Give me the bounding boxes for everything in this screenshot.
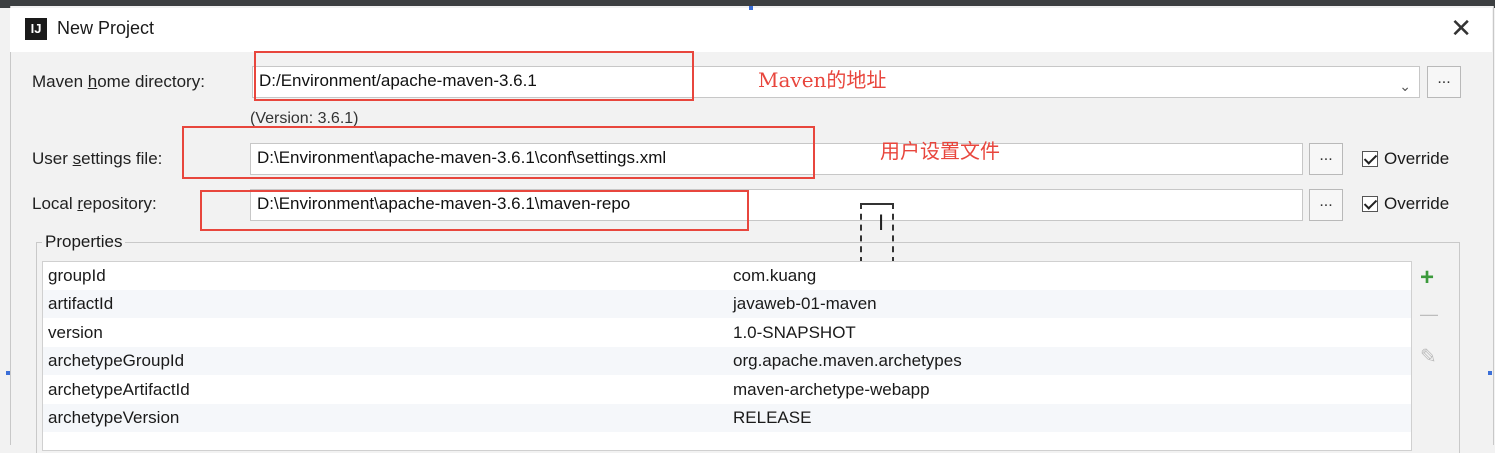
user-settings-label: User settings file: xyxy=(32,149,163,168)
selection-handle xyxy=(1488,371,1492,375)
maven-home-value: D:/Environment/apache-maven-3.6.1 xyxy=(259,71,537,90)
remove-icon[interactable]: — xyxy=(1420,304,1438,325)
maven-home-browse-button[interactable]: ... xyxy=(1427,66,1461,98)
local-repository-override-checkbox[interactable]: Override xyxy=(1362,194,1449,214)
add-icon[interactable]: + xyxy=(1420,264,1434,292)
table-row[interactable]: version 1.0-SNAPSHOT xyxy=(43,319,1411,347)
checkbox-checked-icon[interactable] xyxy=(1362,151,1378,167)
property-key: archetypeVersion xyxy=(48,408,180,427)
properties-title: Properties xyxy=(42,232,126,252)
table-row[interactable]: artifactId javaweb-01-maven xyxy=(43,290,1411,318)
annotation-user-settings-file: 用户设置文件 xyxy=(880,141,1000,163)
table-row[interactable]: archetypeArtifactId maven-archetype-weba… xyxy=(43,376,1411,404)
property-value: 1.0-SNAPSHOT xyxy=(733,323,856,342)
table-row[interactable]: archetypeGroupId org.apache.maven.archet… xyxy=(43,347,1411,375)
text-cursor-icon: I xyxy=(878,210,885,235)
property-value: org.apache.maven.archetypes xyxy=(733,351,962,370)
user-settings-override-label: Override xyxy=(1384,149,1450,168)
property-value: maven-archetype-webapp xyxy=(733,380,930,399)
maven-home-label: Maven home directory: xyxy=(32,72,205,91)
local-repository-input[interactable]: D:\Environment\apache-maven-3.6.1\maven-… xyxy=(250,189,1303,221)
close-icon[interactable]: ✕ xyxy=(1450,14,1472,42)
dialog-title: New Project xyxy=(57,18,155,38)
edit-icon[interactable]: ✎ xyxy=(1420,344,1437,369)
property-key: archetypeArtifactId xyxy=(48,380,190,399)
selection-handle xyxy=(749,6,753,10)
table-row[interactable]: groupId com.kuang xyxy=(43,262,1411,290)
user-settings-browse-button[interactable]: ... xyxy=(1309,143,1343,175)
property-value: RELEASE xyxy=(733,408,812,427)
local-repository-browse-button[interactable]: ... xyxy=(1309,189,1343,221)
local-repository-label: Local repository: xyxy=(32,194,157,213)
maven-version-text: (Version: 3.6.1) xyxy=(250,110,359,127)
local-repository-override-label: Override xyxy=(1384,194,1450,213)
user-settings-input[interactable]: D:\Environment\apache-maven-3.6.1\conf\s… xyxy=(250,143,1303,175)
property-key: artifactId xyxy=(48,294,114,313)
title-bar: IJ New Project ✕ xyxy=(10,8,1492,52)
selection-handle xyxy=(6,371,10,375)
intellij-app-icon: IJ xyxy=(25,18,47,40)
user-settings-override-checkbox[interactable]: Override xyxy=(1362,149,1449,169)
annotation-maven-address: Maven的地址 xyxy=(758,68,887,92)
property-value: javaweb-01-maven xyxy=(733,294,877,313)
property-key: archetypeGroupId xyxy=(48,351,185,370)
table-row[interactable]: archetypeVersion RELEASE xyxy=(43,404,1411,432)
checkbox-checked-icon[interactable] xyxy=(1362,196,1378,212)
property-key: groupId xyxy=(48,266,106,285)
chevron-down-icon[interactable]: ⌄ xyxy=(1399,72,1411,100)
property-value: com.kuang xyxy=(733,266,817,285)
properties-table: groupId com.kuang artifactId javaweb-01-… xyxy=(42,261,1412,451)
property-key: version xyxy=(48,323,103,342)
